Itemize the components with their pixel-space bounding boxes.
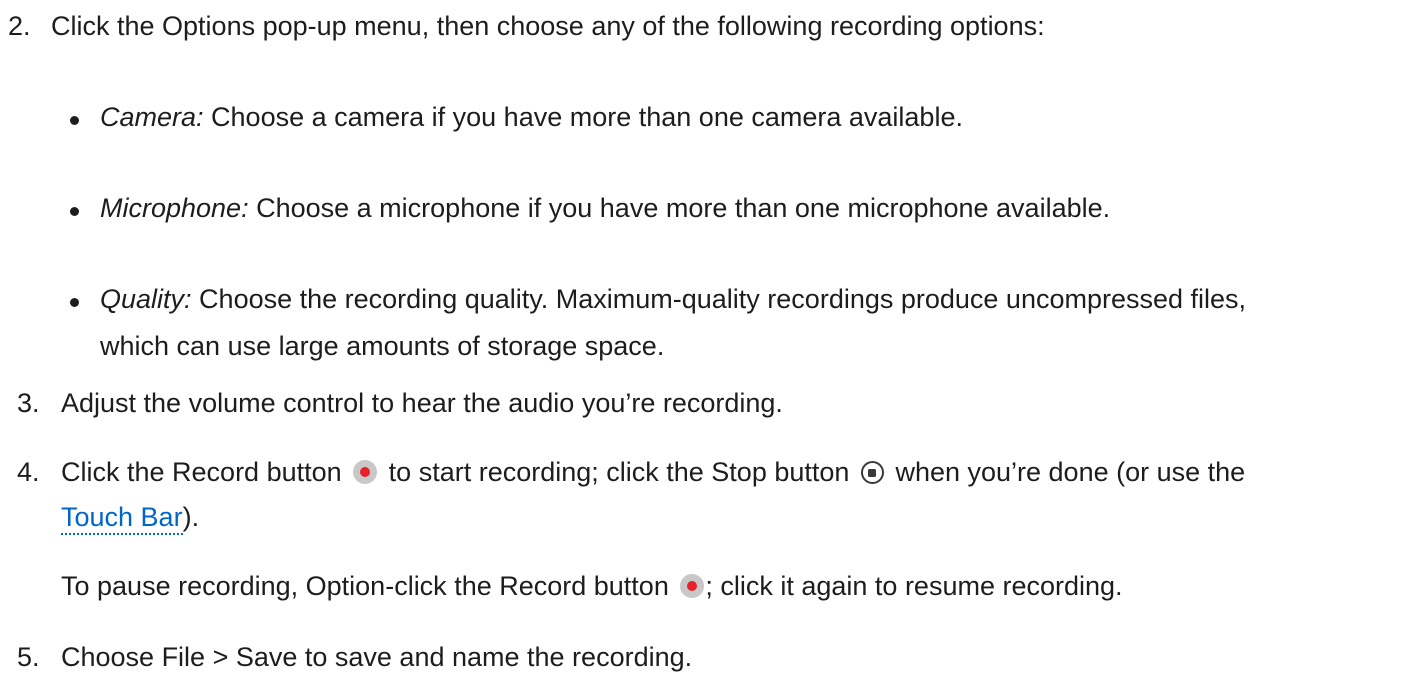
- step-text-part: to start recording; click the Stop butto…: [388, 457, 850, 487]
- step-text: Adjust the volume control to hear the au…: [61, 388, 783, 418]
- option-description-continued: which can use large amounts of storage s…: [100, 331, 665, 361]
- step-text-part: when you’re done (or use the: [895, 457, 1246, 487]
- step-text: Choose File > Save to save and name the …: [61, 642, 693, 672]
- step-text-continued: Touch Bar).: [61, 498, 199, 536]
- touch-bar-link[interactable]: Touch Bar: [61, 504, 183, 535]
- note-text: To pause recording, Option-click the Rec…: [61, 567, 1123, 605]
- step-text-part: Click the Record button: [61, 457, 342, 487]
- step-text: Click the Record button to start recordi…: [61, 453, 1245, 491]
- bullet-icon: [70, 298, 79, 307]
- option-description: Choose the recording quality. Maximum-qu…: [191, 284, 1247, 314]
- step-number: 3.: [17, 388, 40, 418]
- option-term: Camera:: [100, 102, 204, 132]
- option-text: Quality: Choose the recording quality. M…: [100, 280, 1246, 318]
- bullet-icon: [70, 116, 79, 125]
- option-text: Camera: Choose a camera if you have more…: [100, 98, 963, 136]
- note-text-part: ; click it again to resume recording.: [705, 571, 1123, 601]
- option-text: Microphone: Choose a microphone if you h…: [100, 189, 1110, 227]
- option-description: Choose a camera if you have more than on…: [203, 102, 963, 132]
- note-text-part: To pause recording, Option-click the Rec…: [61, 571, 669, 601]
- stop-icon: [860, 461, 884, 484]
- step-number: 2.: [8, 11, 31, 41]
- step-number: 5.: [17, 642, 40, 672]
- bullet-icon: [70, 207, 79, 216]
- step-text-part: ).: [182, 502, 200, 532]
- step-text: Click the Options pop-up menu, then choo…: [51, 11, 1045, 41]
- option-description: Choose a microphone if you have more tha…: [248, 193, 1111, 223]
- record-icon: [680, 574, 705, 598]
- step-number: 4.: [17, 457, 40, 487]
- option-term: Microphone:: [100, 193, 249, 223]
- record-icon: [353, 460, 378, 484]
- option-term: Quality:: [100, 284, 192, 314]
